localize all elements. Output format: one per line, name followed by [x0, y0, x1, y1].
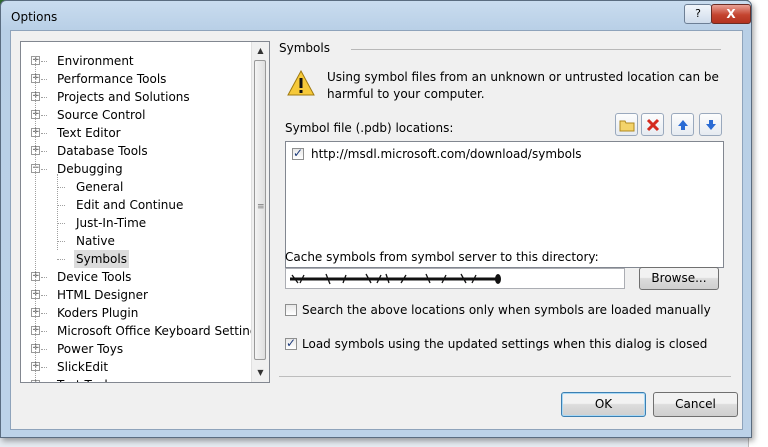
move-down-button[interactable] — [699, 113, 722, 136]
load-on-close-checkbox[interactable] — [285, 336, 297, 350]
tree-connector — [41, 367, 47, 368]
tree-item-label: Edit and Continue — [76, 198, 184, 212]
tree-item-label: SlickEdit — [57, 360, 109, 374]
tree-item-label: Device Tools — [57, 270, 132, 284]
warning-icon — [287, 69, 315, 99]
tree-connector — [57, 205, 65, 206]
close-icon: X — [726, 7, 736, 21]
tree-connector — [57, 223, 65, 224]
tree-connector — [41, 313, 47, 314]
tree-item-label: HTML Designer — [57, 288, 148, 302]
tree-connector — [41, 79, 47, 80]
tree-scrollbar[interactable]: ▲ ≡ ▼ — [251, 42, 269, 382]
tree-item-label: Text Editor — [57, 126, 121, 140]
cache-directory-input[interactable] — [285, 268, 625, 289]
cache-label: Cache symbols from symbol server to this… — [285, 250, 599, 264]
move-down-icon — [705, 119, 716, 130]
tree-connector — [41, 169, 47, 170]
grip-icon: ≡ — [257, 202, 265, 212]
locations-label: Symbol file (.pdb) locations: — [285, 121, 454, 135]
tree-item-label: Native — [76, 234, 115, 248]
cancel-button[interactable]: Cancel — [653, 392, 738, 417]
tree-connector — [41, 331, 47, 332]
symbol-locations-list[interactable]: http://msdl.microsoft.com/download/symbo… — [285, 141, 724, 268]
tree-item-label: Koders Plugin — [57, 306, 139, 320]
tree-connector — [57, 241, 65, 242]
section-title: Symbols — [279, 41, 330, 55]
redacted-path — [290, 273, 501, 285]
scroll-down-icon[interactable]: ▼ — [252, 364, 269, 381]
manual-load-checkbox[interactable] — [285, 304, 297, 316]
load-on-close-option[interactable]: Load symbols using the updated settings … — [285, 335, 707, 353]
tree-connector — [41, 115, 47, 116]
move-up-button[interactable] — [671, 113, 694, 136]
list-item[interactable]: http://msdl.microsoft.com/download/symbo… — [292, 145, 582, 163]
tree-item-label: Environment — [57, 54, 134, 68]
tree-item-label: Database Tools — [57, 144, 148, 158]
manual-load-label: Search the above locations only when sym… — [302, 303, 711, 317]
dialog-client-area: + Environment + Performance Tools + Projects … — [10, 30, 743, 430]
close-button[interactable]: X — [711, 4, 751, 24]
options-dialog: Options ? X + Environment + Performance Too… — [0, 0, 752, 438]
tree-connector — [41, 97, 47, 98]
tree-item-label: Projects and Solutions — [57, 90, 190, 104]
tree-item-label: Performance Tools — [57, 72, 167, 86]
browse-button[interactable]: Browse... — [639, 267, 719, 290]
tree-item-label: Source Control — [57, 108, 146, 122]
footer-divider — [279, 376, 731, 377]
symbols-panel: Symbols Using symbol files from an unkno… — [279, 31, 739, 429]
options-tree[interactable]: + Environment + Performance Tools + Projects … — [20, 41, 270, 383]
manual-load-option[interactable]: Search the above locations only when sym… — [285, 301, 711, 319]
tree-connector — [41, 277, 47, 278]
tree-item-label: Just-In-Time — [76, 216, 147, 230]
ok-button[interactable]: OK — [561, 392, 646, 417]
tree-connector — [41, 295, 47, 296]
tree-item-label: Symbols — [74, 250, 129, 268]
new-folder-button[interactable] — [615, 113, 638, 136]
tree-item-label: Power Toys — [57, 342, 124, 356]
load-on-close-label: Load symbols using the updated settings … — [302, 337, 708, 351]
scroll-up-icon[interactable]: ▲ — [252, 42, 269, 59]
scroll-thumb[interactable]: ≡ — [254, 60, 266, 360]
tree-item-label: General — [76, 180, 124, 194]
tree-item-label: Microsoft Office Keyboard Settings — [57, 324, 264, 338]
warning-text: Using symbol files from an unknown or un… — [327, 70, 719, 101]
tree-connector — [41, 61, 47, 62]
help-button[interactable]: ? — [684, 4, 712, 24]
tree-connector — [41, 349, 47, 350]
new-folder-icon — [619, 120, 634, 131]
tree-connector — [57, 187, 65, 188]
tree-connector — [35, 56, 36, 382]
section-divider — [351, 49, 721, 50]
tree-item-label: Test Tools — [55, 376, 116, 382]
move-up-icon — [677, 119, 688, 130]
tree-connector — [57, 259, 65, 260]
window-title: Options — [11, 10, 58, 24]
location-url: http://msdl.microsoft.com/download/symbo… — [311, 147, 582, 161]
tree-connector — [57, 174, 58, 250]
delete-button[interactable] — [641, 113, 664, 136]
location-checkbox[interactable] — [292, 146, 304, 160]
delete-icon — [646, 118, 659, 131]
tree-connector — [41, 133, 47, 134]
tree-item-label: Debugging — [57, 162, 123, 176]
tree-connector — [41, 151, 47, 152]
